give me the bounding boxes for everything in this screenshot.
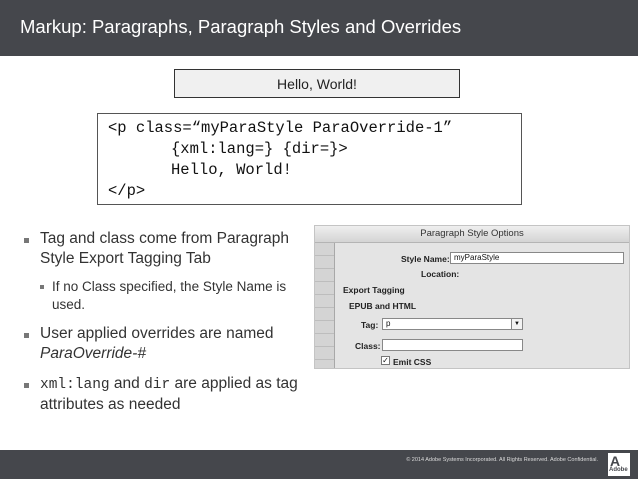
bullet-list: Tag and class come from Paragraph Style …	[22, 229, 312, 415]
sidebar-row[interactable]	[315, 347, 334, 360]
class-label: Class:	[355, 341, 381, 351]
bullet-text: If no Class specified, the Style Name is…	[52, 279, 287, 312]
chevron-down-icon[interactable]: ▼	[511, 319, 522, 329]
code-line-2: {xml:lang=} {dir=}>	[171, 140, 348, 158]
bullet-item-2: User applied overrides are named ParaOve…	[22, 324, 312, 364]
dialog-sidebar[interactable]	[315, 243, 335, 368]
sidebar-row[interactable]	[315, 256, 334, 269]
section-heading-export-tagging: Export Tagging	[343, 285, 405, 295]
rendered-output-box: Hello, World!	[174, 69, 460, 98]
bullet-item-1: Tag and class come from Paragraph Style …	[22, 229, 312, 269]
paragraph-style-options-dialog: Paragraph Style Options Style Name: myPa…	[314, 225, 630, 369]
tag-select-value: p	[386, 319, 391, 328]
sidebar-row[interactable]	[315, 321, 334, 334]
bullet-code-xml-lang: xml:lang	[40, 377, 110, 393]
style-name-label: Style Name:	[401, 254, 450, 264]
code-line-3: Hello, World!	[171, 161, 292, 179]
sidebar-row[interactable]	[315, 282, 334, 295]
dialog-title: Paragraph Style Options	[315, 226, 629, 243]
sub-bullet-item: If no Class specified, the Style Name is…	[38, 278, 312, 314]
copyright-text: © 2014 Adobe Systems Incorporated. All R…	[406, 457, 598, 463]
bullet-text: User applied overrides are named	[40, 325, 274, 342]
emit-css-label: Emit CSS	[393, 357, 432, 367]
location-label: Location:	[421, 269, 460, 279]
sidebar-row[interactable]	[315, 308, 334, 321]
emit-css-checkbox[interactable]: ✓	[381, 356, 390, 365]
tag-select[interactable]: p ▼	[382, 318, 523, 330]
class-input[interactable]	[382, 339, 523, 351]
bullet-code-dir: dir	[144, 377, 171, 393]
bullet-italic-text: ParaOverride-#	[40, 345, 146, 362]
sidebar-row[interactable]	[315, 334, 334, 347]
bullet-item-3: xml:lang and dir are applied as tag attr…	[22, 374, 312, 415]
code-sample: <p class=“myParaStyle ParaOverride-1” {x…	[97, 113, 522, 205]
dialog-content: Style Name: myParaStyle Location: Export…	[335, 243, 629, 368]
slide-footer: © 2014 Adobe Systems Incorporated. All R…	[0, 450, 638, 479]
slide-header: Markup: Paragraphs, Paragraph Styles and…	[0, 0, 638, 56]
bullet-text: Tag and class come from Paragraph Style …	[40, 230, 289, 267]
sidebar-row[interactable]	[315, 295, 334, 308]
sidebar-row[interactable]	[315, 243, 334, 256]
bullet-text: and	[109, 375, 145, 392]
slide-title: Markup: Paragraphs, Paragraph Styles and…	[20, 16, 462, 37]
group-heading-epub-html: EPUB and HTML	[349, 301, 417, 311]
tag-label: Tag:	[361, 320, 379, 330]
style-name-input[interactable]: myParaStyle	[450, 252, 624, 264]
adobe-logo-icon: A Adobe	[608, 453, 630, 476]
adobe-logo-text: Adobe	[609, 467, 628, 473]
sidebar-row[interactable]	[315, 269, 334, 282]
code-line-4: </p>	[108, 182, 146, 200]
code-line-1: <p class=“myParaStyle ParaOverride-1”	[108, 119, 453, 137]
